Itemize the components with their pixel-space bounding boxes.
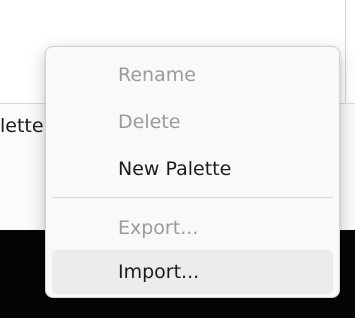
- menu-item-label: New Palette: [118, 158, 232, 180]
- menu-item-label: Rename: [118, 64, 196, 86]
- context-menu: Rename Delete New Palette Export... Impo…: [45, 46, 340, 298]
- pane-divider: [345, 0, 346, 103]
- menu-item-label: Delete: [118, 111, 181, 133]
- menu-item-import[interactable]: Import...: [52, 250, 333, 294]
- menu-item-label: Import...: [118, 261, 200, 283]
- menu-item-export: Export...: [52, 206, 333, 250]
- menu-item-label: Export...: [118, 217, 199, 239]
- menu-item-new-palette[interactable]: New Palette: [52, 147, 333, 191]
- menu-item-delete: Delete: [52, 100, 333, 144]
- menu-item-rename: Rename: [52, 53, 333, 97]
- palette-list-item-label[interactable]: lette: [0, 115, 44, 137]
- menu-separator: [52, 197, 333, 198]
